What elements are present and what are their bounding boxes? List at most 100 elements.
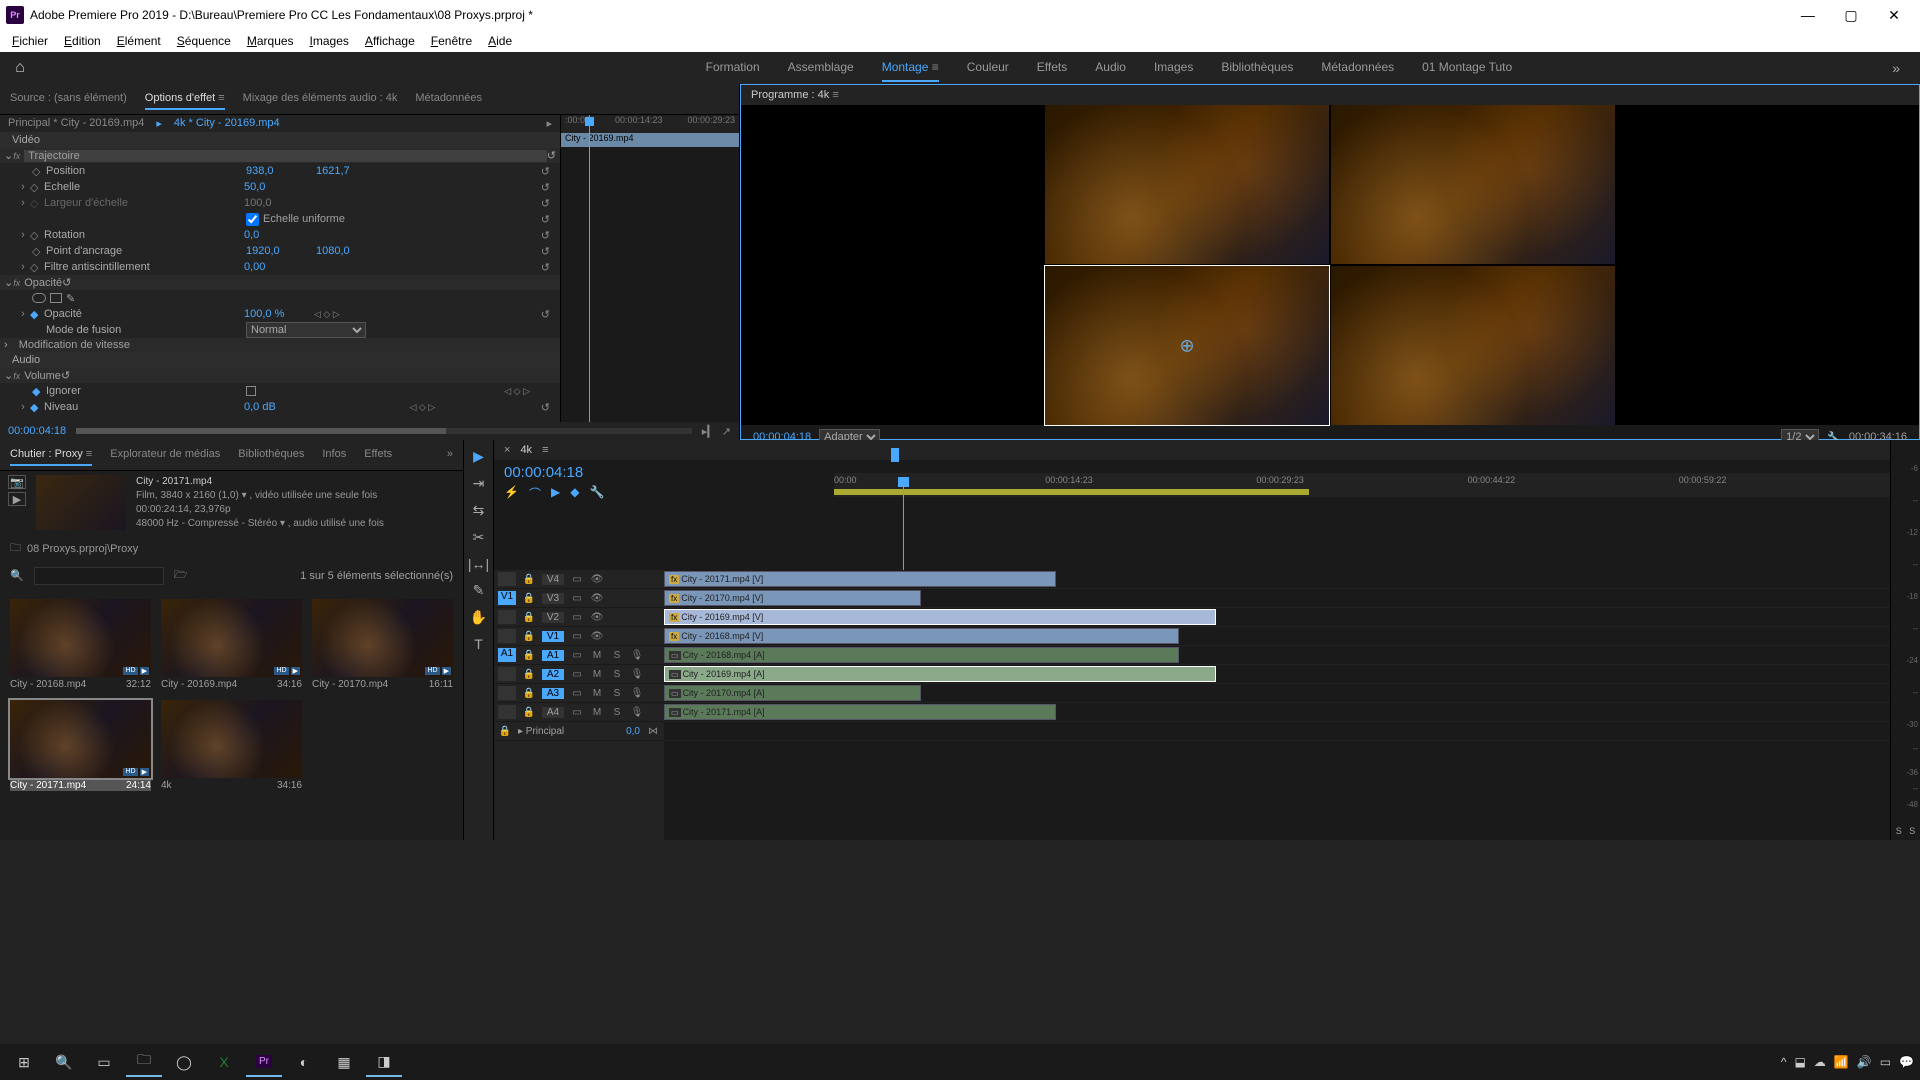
zoom-bar[interactable] [76,428,692,434]
workspace-métadonnées[interactable]: Métadonnées [1321,54,1394,82]
workspace-bibliothèques[interactable]: Bibliothèques [1221,54,1293,82]
workspace-montage[interactable]: Montage ≡ [882,54,939,82]
uniform-scale-checkbox[interactable] [246,213,259,226]
project-tab[interactable]: Explorateur de médias [110,444,220,466]
menu-fenêtre[interactable]: Fenêtre [423,34,480,48]
track-header[interactable]: 🔒V4▭👁 [494,570,664,589]
track-header[interactable]: 🔒A2▭MS🎙 [494,665,664,684]
media-encoder-icon[interactable]: ◐ [286,1047,322,1077]
source-tab[interactable]: Métadonnées [415,88,482,110]
play-icon[interactable]: ▶ [8,492,26,506]
volume-effect[interactable]: Volume [24,370,61,382]
filter-icon[interactable]: 🗁 [174,566,188,585]
time-remap[interactable]: Modification de vitesse [19,339,130,351]
timeline-clip[interactable]: ▭City - 20168.mp4 [A] [664,647,1179,663]
seq-clip-label[interactable]: 4k * City - 20169.mp4 [174,117,280,130]
keyframe-icon[interactable]: ◇ [32,165,46,178]
excel-icon[interactable]: X [206,1047,242,1077]
track-lane[interactable]: fxCity - 20170.mp4 [V] [664,589,1890,608]
menu-affichage[interactable]: Affichage [357,34,423,48]
search-input[interactable] [34,567,164,585]
motion-effect[interactable]: Trajectoire [24,150,547,162]
workspace-formation[interactable]: Formation [706,54,760,82]
workspace-effets[interactable]: Effets [1037,54,1067,82]
preview-quadrant[interactable] [1331,105,1615,264]
marker-icon[interactable]: ▶ [551,485,560,502]
pen-icon[interactable]: ✎ [66,292,75,305]
project-item[interactable]: HD▶City - 20168.mp432:12 [10,599,151,690]
menu-fichier[interactable]: Fichier [4,34,56,48]
project-item[interactable]: HD▶City - 20170.mp416:11 [312,599,453,690]
pin-icon[interactable]: ▸▎ [702,425,716,438]
bin-icon[interactable]: 🗀 [10,539,21,558]
track-lane[interactable]: ▭City - 20170.mp4 [A] [664,684,1890,703]
onedrive-icon[interactable]: ☁ [1814,1055,1826,1069]
project-item[interactable]: HD▶City - 20171.mp424:14 [10,700,151,791]
marker2-icon[interactable]: ◆ [570,485,579,502]
timeline-ruler[interactable]: 00:0000:00:14:2300:00:29:2300:00:44:2200… [834,473,1890,497]
timeline-clip[interactable]: ▭City - 20170.mp4 [A] [664,685,921,701]
track-header[interactable]: A1🔒A1▭MS🎙 [494,646,664,665]
workspace-couleur[interactable]: Couleur [967,54,1009,82]
track-header[interactable]: 🔒V2▭👁 [494,608,664,627]
menu-aide[interactable]: Aide [480,34,520,48]
project-item[interactable]: HD▶City - 20169.mp434:16 [161,599,302,690]
mask-rect-icon[interactable] [50,293,62,303]
menu-edition[interactable]: Edition [56,34,109,48]
track-header[interactable]: 🔒V1▭👁 [494,627,664,646]
track-lane[interactable]: fxCity - 20169.mp4 [V] [664,608,1890,627]
overflow-icon[interactable]: » [447,444,453,466]
toggle-icon[interactable]: ⌄ [4,149,13,162]
track-lane[interactable]: fxCity - 20168.mp4 [V] [664,627,1890,646]
project-tab[interactable]: Infos [322,444,346,466]
track-header[interactable]: 🔒A4▭MS🎙 [494,703,664,722]
timeline-clip[interactable]: ▭City - 20171.mp4 [A] [664,704,1056,720]
mask-ellipse-icon[interactable] [32,293,46,303]
sequence-name[interactable]: 4k [520,444,532,456]
track-header[interactable]: V1🔒V3▭👁 [494,589,664,608]
type-icon[interactable]: T [474,636,483,652]
razor-icon[interactable]: ✂ [473,529,485,546]
blend-mode-select[interactable]: Normal [246,322,366,338]
menu-séquence[interactable]: Séquence [169,34,239,48]
search-icon[interactable]: 🔍 [46,1047,82,1077]
reset-icon[interactable]: ↺ [547,149,556,162]
wrench-icon[interactable]: 🔧 [589,485,604,502]
workspace-01-montage-tuto[interactable]: 01 Montage Tuto [1422,54,1512,82]
taskview-icon[interactable]: ▭ [86,1047,122,1077]
snap-icon[interactable]: ⚡ [504,485,519,502]
menu-images[interactable]: Images [302,34,357,48]
minimize-button[interactable]: — [1788,7,1828,23]
tray-expand-icon[interactable]: ^ [1781,1055,1787,1069]
poster-icon[interactable]: 📷 [8,475,26,489]
workspace-audio[interactable]: Audio [1095,54,1126,82]
reset-icon[interactable]: ↺ [541,165,550,178]
bin-path[interactable]: 08 Proxys.prproj\Proxy [27,543,138,555]
edge-icon[interactable]: ◯ [166,1047,202,1077]
selection-tool-icon[interactable]: ▶ [473,448,484,465]
wifi-icon[interactable]: 📶 [1834,1055,1849,1069]
premiere-icon[interactable]: Pr [246,1047,282,1077]
source-tab[interactable]: Options d'effet ≡ [145,88,225,110]
close-button[interactable]: ✕ [1874,7,1914,24]
preview-quadrant[interactable] [1045,105,1329,264]
work-area[interactable] [834,489,1309,495]
track-lane[interactable]: fxCity - 20171.mp4 [V] [664,570,1890,589]
timeline-clip[interactable]: fxCity - 20168.mp4 [V] [664,628,1179,644]
preview-quadrant-selected[interactable]: ⊕ [1045,266,1329,425]
home-icon[interactable]: ⌂ [0,59,40,77]
hand-icon[interactable]: ✋ [470,609,487,626]
source-tab[interactable]: Mixage des éléments audio : 4k [243,88,398,110]
calc-icon[interactable]: ▦ [326,1047,362,1077]
bypass-checkbox[interactable] [246,386,256,396]
maximize-button[interactable]: ▢ [1831,7,1871,24]
project-tab[interactable]: Effets [364,444,392,466]
effect-mini-timeline[interactable]: :00:0000:00:14:2300:00:29:23 City - 2016… [560,115,739,422]
timeline-timecode[interactable]: 00:00:04:18 [504,464,654,481]
workspace-assemblage[interactable]: Assemblage [788,54,854,82]
timeline-clip[interactable]: ▭City - 20169.mp4 [A] [664,666,1216,682]
project-tab[interactable]: Chutier : Proxy ≡ [10,444,92,466]
menu-elément[interactable]: Elément [109,34,169,48]
timeline-clip[interactable]: fxCity - 20171.mp4 [V] [664,571,1056,587]
track-lane[interactable]: ▭City - 20171.mp4 [A] [664,703,1890,722]
